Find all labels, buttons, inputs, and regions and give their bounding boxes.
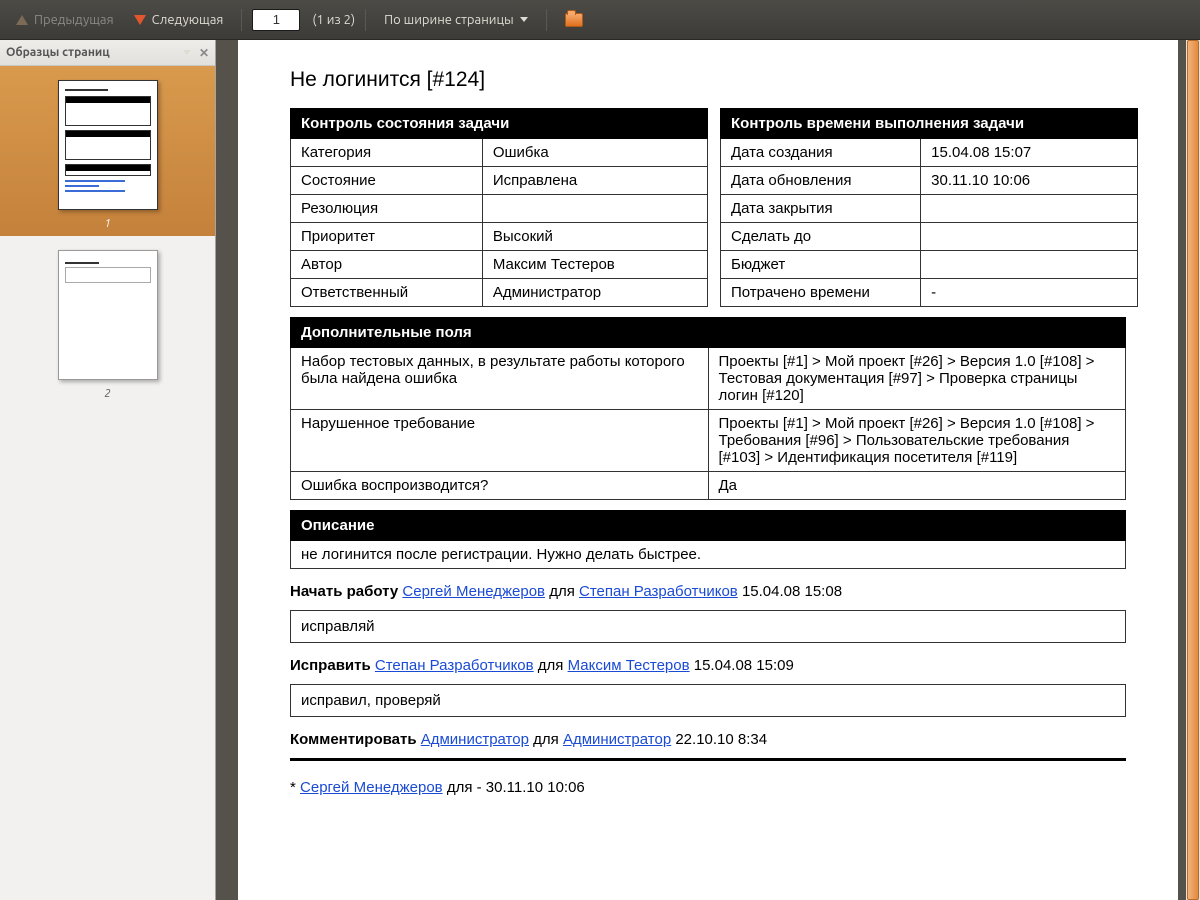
table-cell: Потрачено времени bbox=[721, 279, 921, 307]
history-for: для bbox=[549, 583, 575, 600]
table-cell: 30.11.10 10:06 bbox=[921, 167, 1138, 195]
footer-line: * Сергей Менеджеров для - 30.11.10 10:06 bbox=[290, 779, 1126, 796]
history-entry: Начать работу Сергей Менеджеров для Степ… bbox=[290, 583, 1126, 600]
table-cell: Да bbox=[708, 472, 1126, 500]
history-to-link[interactable]: Степан Разработчиков bbox=[579, 583, 738, 600]
table-cell bbox=[482, 195, 707, 223]
table-cell: Ответственный bbox=[291, 279, 483, 307]
table-cell: Ошибка воспроизводится? bbox=[291, 472, 709, 500]
table-cell: Резолюция bbox=[291, 195, 483, 223]
prev-label: Предыдущая bbox=[34, 13, 114, 27]
table-cell: Дата обновления bbox=[721, 167, 921, 195]
history-entry: Исправить Степан Разработчиков для Макси… bbox=[290, 657, 1126, 674]
table-cell: Высокий bbox=[482, 223, 707, 251]
time-header: Контроль времени выполнения задачи bbox=[721, 109, 1138, 139]
table-cell: Проекты [#1] > Мой проект [#26] > Версия… bbox=[708, 348, 1126, 410]
history-action: Комментировать bbox=[290, 731, 417, 748]
prev-button[interactable]: Предыдущая bbox=[8, 9, 122, 31]
page-count-label: (1 из 2) bbox=[312, 13, 355, 27]
table-cell: Исправлена bbox=[482, 167, 707, 195]
table-cell: Дата создания bbox=[721, 139, 921, 167]
history-divider bbox=[290, 758, 1126, 761]
table-cell: - bbox=[921, 279, 1138, 307]
history-action: Исправить bbox=[290, 657, 371, 674]
history-timestamp: 15.04.08 15:08 bbox=[742, 583, 842, 600]
table-cell bbox=[921, 195, 1138, 223]
page-number-input[interactable] bbox=[252, 9, 300, 31]
separator bbox=[546, 9, 547, 31]
description-table: Описание не логинится после регистрации.… bbox=[290, 510, 1126, 569]
thumbnail-label: 2 bbox=[0, 388, 215, 400]
thumbnail-preview bbox=[58, 250, 158, 380]
description-text: не логинится после регистрации. Нужно де… bbox=[291, 541, 1126, 569]
folder-icon bbox=[565, 13, 583, 27]
table-cell: Сделать до bbox=[721, 223, 921, 251]
table-cell: Нарушенное требование bbox=[291, 410, 709, 472]
table-cell: Ошибка bbox=[482, 139, 707, 167]
zoom-select[interactable]: По ширине страницы bbox=[376, 9, 536, 31]
status-header: Контроль состояния задачи bbox=[291, 109, 708, 139]
chevron-down-icon bbox=[520, 17, 528, 22]
history-from-link[interactable]: Степан Разработчиков bbox=[375, 657, 534, 674]
thumbnail-preview bbox=[58, 80, 158, 210]
footer-rest: для - 30.11.10 10:06 bbox=[447, 779, 585, 796]
table-cell: Автор bbox=[291, 251, 483, 279]
next-button[interactable]: Следующая bbox=[126, 9, 232, 31]
history-action: Начать работу bbox=[290, 583, 398, 600]
history-from-link[interactable]: Администратор bbox=[421, 731, 529, 748]
status-table: Контроль состояния задачи КатегорияОшибк… bbox=[290, 108, 708, 307]
table-cell: 15.04.08 15:07 bbox=[921, 139, 1138, 167]
extra-table: Дополнительные поля Набор тестовых данны… bbox=[290, 317, 1126, 500]
arrow-up-icon bbox=[16, 15, 28, 25]
table-cell: Бюджет bbox=[721, 251, 921, 279]
extra-header: Дополнительные поля bbox=[291, 318, 1126, 348]
open-folder-button[interactable] bbox=[557, 9, 591, 31]
history-body: исправляй bbox=[290, 610, 1126, 643]
thumbnail-page-2[interactable]: 2 bbox=[0, 236, 215, 406]
table-cell: Приоритет bbox=[291, 223, 483, 251]
history-timestamp: 22.10.10 8:34 bbox=[675, 731, 767, 748]
table-cell: Проекты [#1] > Мой проект [#26] > Версия… bbox=[708, 410, 1126, 472]
table-cell: Набор тестовых данных, в результате рабо… bbox=[291, 348, 709, 410]
table-cell: Максим Тестеров bbox=[482, 251, 707, 279]
separator bbox=[365, 9, 366, 31]
zoom-label: По ширине страницы bbox=[384, 13, 514, 27]
history-section: Начать работу Сергей Менеджеров для Степ… bbox=[290, 583, 1126, 796]
history-for: для bbox=[538, 657, 564, 674]
thumbnail-list: 1 2 bbox=[0, 66, 215, 900]
scrollbar[interactable] bbox=[1186, 40, 1200, 900]
description-header: Описание bbox=[291, 511, 1126, 541]
table-cell bbox=[921, 251, 1138, 279]
history-to-link[interactable]: Администратор bbox=[563, 731, 671, 748]
table-cell: Категория bbox=[291, 139, 483, 167]
footer-user-link[interactable]: Сергей Менеджеров bbox=[300, 779, 443, 796]
footer-star: * bbox=[290, 779, 296, 796]
document-viewer[interactable]: Не логинится [#124] Контроль состояния з… bbox=[216, 40, 1200, 900]
history-to-link[interactable]: Максим Тестеров bbox=[568, 657, 690, 674]
thumbnail-label: 1 bbox=[0, 218, 215, 230]
history-body: исправил, проверяй bbox=[290, 684, 1126, 717]
sidebar-header: Образцы страниц ✕ bbox=[0, 40, 215, 66]
close-icon[interactable]: ✕ bbox=[199, 46, 209, 60]
table-cell: Дата закрытия bbox=[721, 195, 921, 223]
scrollbar-thumb[interactable] bbox=[1187, 40, 1199, 900]
page-title: Не логинится [#124] bbox=[290, 68, 1126, 92]
toolbar: Предыдущая Следующая (1 из 2) По ширине … bbox=[0, 0, 1200, 40]
next-label: Следующая bbox=[152, 13, 224, 27]
document-page: Не логинится [#124] Контроль состояния з… bbox=[238, 40, 1178, 900]
history-timestamp: 15.04.08 15:09 bbox=[694, 657, 794, 674]
sidebar-title: Образцы страниц bbox=[6, 46, 110, 59]
arrow-down-icon bbox=[134, 15, 146, 25]
table-cell: Состояние bbox=[291, 167, 483, 195]
history-for: для bbox=[533, 731, 559, 748]
thumbnails-sidebar: Образцы страниц ✕ bbox=[0, 40, 216, 900]
thumbnail-page-1[interactable]: 1 bbox=[0, 66, 215, 236]
time-table: Контроль времени выполнения задачи Дата … bbox=[720, 108, 1138, 307]
history-entry: Комментировать Администратор для Админис… bbox=[290, 731, 1126, 748]
sidebar-menu-icon[interactable] bbox=[183, 50, 191, 55]
separator bbox=[241, 9, 242, 31]
table-cell bbox=[921, 223, 1138, 251]
table-cell: Администратор bbox=[482, 279, 707, 307]
history-from-link[interactable]: Сергей Менеджеров bbox=[402, 583, 545, 600]
